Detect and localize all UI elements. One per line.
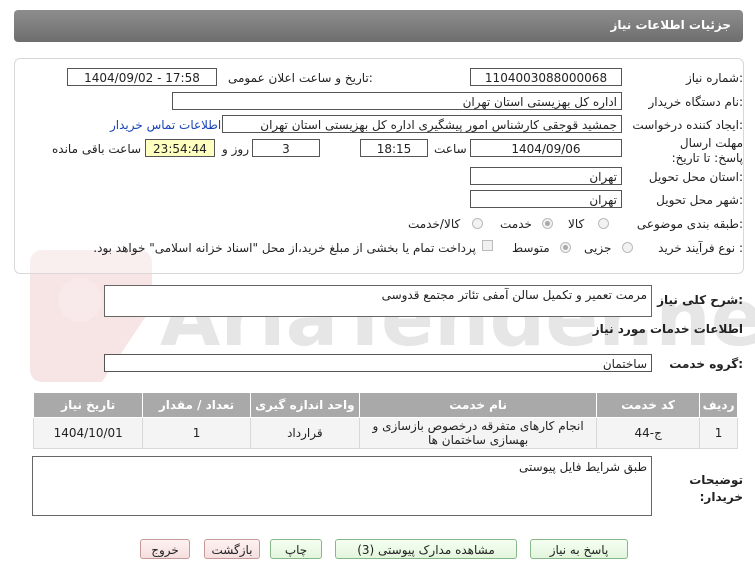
deadline-date-field: 1404/09/06 <box>470 139 622 157</box>
table-header-row: ردیف کد خدمت نام خدمت واحد اندازه گیری ت… <box>32 392 738 418</box>
cell-service-code: ج-44 <box>596 417 701 449</box>
purchase-medium-label: متوسط <box>512 241 550 255</box>
col-service-name: نام خدمت <box>359 392 598 418</box>
need-summary-label: شرح کلی نیاز: <box>657 293 743 307</box>
category-both-radio[interactable] <box>472 218 483 229</box>
print-button[interactable]: چاپ <box>270 539 322 559</box>
purchase-medium-radio[interactable] <box>560 242 571 253</box>
buyer-contact-link[interactable]: اطلاعات تماس خریدار <box>110 118 221 132</box>
days-field: 3 <box>252 139 320 157</box>
cell-service-name: انجام کارهای متفرقه درخصوص بازسازی و بهس… <box>359 417 598 449</box>
remaining-label: ساعت باقی مانده <box>52 142 142 156</box>
col-row-number: ردیف <box>699 392 738 418</box>
page-header: جزئیات اطلاعات نیاز <box>14 10 743 42</box>
col-need-date: تاریخ نیاز <box>32 392 144 418</box>
need-number-field: 1104003088000068 <box>470 68 622 86</box>
province-field: تهران <box>470 167 622 185</box>
remaining-time-field: 23:54:44 <box>145 139 215 157</box>
category-service-label: خدمت <box>500 217 532 231</box>
page-title: جزئیات اطلاعات نیاز <box>610 18 731 32</box>
col-unit: واحد اندازه گیری <box>249 392 361 418</box>
buyer-notes-text: طبق شرایط فایل پیوستی <box>518 460 647 474</box>
category-service-radio[interactable] <box>542 218 553 229</box>
treasury-payment-note: پرداخت تمام یا بخشی از مبلغ خرید،از محل … <box>93 241 476 255</box>
deadline-time-field: 18:15 <box>360 139 428 157</box>
cell-row-number: 1 <box>699 417 738 449</box>
purchase-minor-radio[interactable] <box>622 242 633 253</box>
col-service-code: کد خدمت <box>596 392 701 418</box>
buyer-org-label: نام دستگاه خریدار: <box>648 95 744 109</box>
creator-field: جمشید قوجقی کارشناس امور پیشگیری اداره ک… <box>222 115 622 133</box>
days-label: روز و <box>222 142 249 156</box>
col-quantity: تعداد / مقدار <box>142 392 251 418</box>
treasury-payment-checkbox[interactable] <box>482 240 493 251</box>
creator-label: ایجاد کننده درخواست: <box>632 118 743 132</box>
announce-label: تاریخ و ساعت اعلان عمومی: <box>228 71 373 85</box>
exit-button[interactable]: خروج <box>140 539 190 559</box>
need-summary-text: مرمت تعمیر و تکمیل سالن آمفی تئاتر مجتمع… <box>381 288 647 302</box>
need-number-label: شماره نیاز: <box>685 71 743 85</box>
cell-quantity: 1 <box>142 417 251 449</box>
view-attachments-button[interactable]: مشاهده مدارک پیوستی (3) <box>335 539 517 559</box>
service-group-label: گروه خدمت: <box>669 357 743 371</box>
back-button[interactable]: بازگشت <box>204 539 260 559</box>
need-summary-field: مرمت تعمیر و تکمیل سالن آمفی تئاتر مجتمع… <box>104 285 652 317</box>
city-field: تهران <box>470 190 622 208</box>
cell-need-date: 1404/10/01 <box>32 417 144 449</box>
cell-unit: قرارداد <box>249 417 361 449</box>
purchase-type-label: نوع فرآیند خرید : <box>658 241 743 255</box>
table-row: 1 ج-44 انجام کارهای متفرقه درخصوص بازساز… <box>32 417 738 449</box>
buyer-notes-field: طبق شرایط فایل پیوستی <box>32 456 652 516</box>
deadline-time-label: ساعت <box>434 142 467 156</box>
deadline-label: مهلت ارسال پاسخ: تا تاریخ: <box>671 136 743 165</box>
category-goods-radio[interactable] <box>598 218 609 229</box>
buyer-notes-label: توضیحات خریدار: <box>689 473 743 504</box>
reply-button[interactable]: پاسخ به نیاز <box>530 539 628 559</box>
buyer-org-field: اداره کل بهزیستی استان تهران <box>172 92 622 110</box>
category-both-label: کالا/خدمت <box>408 217 461 231</box>
city-label: شهر محل تحویل: <box>656 193 743 207</box>
category-label: طبقه بندی موضوعی: <box>636 217 743 231</box>
purchase-minor-label: جزیی <box>584 241 612 255</box>
services-table: ردیف کد خدمت نام خدمت واحد اندازه گیری ت… <box>32 392 738 449</box>
category-goods-label: کالا <box>568 217 585 231</box>
services-heading: اطلاعات خدمات مورد نیاز <box>592 322 743 336</box>
service-group-field: ساختمان <box>104 354 652 372</box>
province-label: استان محل تحویل: <box>648 170 743 184</box>
announce-field: 1404/09/02 - 17:58 <box>67 68 217 86</box>
